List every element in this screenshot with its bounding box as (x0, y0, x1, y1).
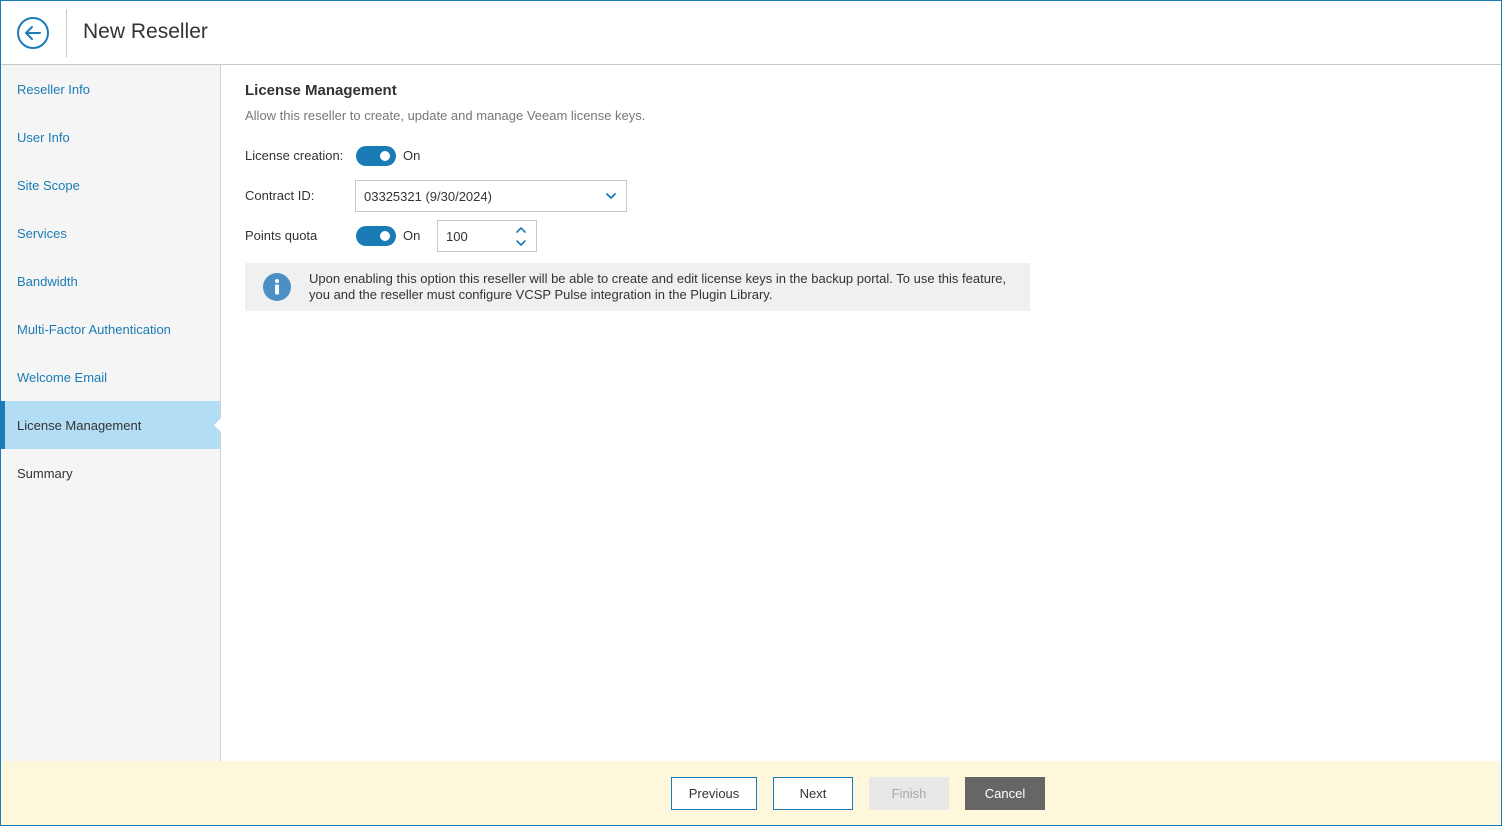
sidebar-item-label: Reseller Info (17, 81, 90, 97)
header-divider (66, 9, 67, 57)
chevron-down-icon (516, 240, 526, 246)
arrow-left-icon (25, 26, 41, 40)
section-title: License Management (245, 82, 397, 99)
back-button[interactable] (17, 17, 49, 49)
next-button[interactable]: Next (773, 777, 853, 810)
sidebar-item-summary[interactable]: Summary (1, 449, 220, 497)
sidebar-item-label: Bandwidth (17, 273, 78, 289)
sidebar-item-welcome-email[interactable]: Welcome Email (1, 353, 220, 401)
wizard-header: New Reseller (1, 1, 1501, 65)
chevron-up-icon (516, 227, 526, 233)
points-quota-stepper (437, 220, 537, 252)
sidebar-item-reseller-info[interactable]: Reseller Info (1, 65, 220, 113)
info-notice: Upon enabling this option this reseller … (245, 263, 1030, 311)
page-title: New Reseller (83, 20, 208, 43)
sidebar-item-label: Services (17, 225, 67, 241)
contract-id-value: 03325321 (9/30/2024) (364, 188, 492, 204)
sidebar-item-label: Summary (17, 465, 73, 481)
toggle-knob (380, 151, 390, 161)
points-quota-label: Points quota (245, 228, 318, 243)
points-quota-toggle[interactable] (356, 226, 396, 246)
sidebar-item-services[interactable]: Services (1, 209, 220, 257)
previous-button[interactable]: Previous (671, 777, 757, 810)
chevron-down-icon (606, 193, 616, 199)
sidebar-item-multi-factor-authentication[interactable]: Multi-Factor Authentication (1, 305, 220, 353)
sidebar-item-label: Site Scope (17, 177, 80, 193)
main-content: License Management Allow this reseller t… (222, 65, 1501, 761)
license-creation-label: License creation: (245, 148, 344, 163)
decrement-button[interactable] (514, 237, 528, 249)
toggle-knob (380, 231, 390, 241)
sidebar-item-license-management[interactable]: License Management (1, 401, 221, 449)
sidebar-item-label: Multi-Factor Authentication (17, 321, 171, 337)
contract-id-select[interactable]: 03325321 (9/30/2024) (355, 180, 627, 212)
license-creation-state: On (403, 148, 421, 163)
section-description: Allow this reseller to create, update an… (245, 108, 646, 123)
sidebar-item-bandwidth[interactable]: Bandwidth (1, 257, 220, 305)
finish-button: Finish (869, 777, 949, 810)
sidebar-item-label: User Info (17, 129, 70, 145)
license-creation-toggle[interactable] (356, 146, 396, 166)
wizard-footer: Previous Next Finish Cancel (1, 761, 1501, 825)
sidebar-item-label: License Management (17, 417, 142, 433)
increment-button[interactable] (514, 224, 528, 236)
cancel-button[interactable]: Cancel (965, 777, 1045, 810)
contract-id-label: Contract ID: (245, 188, 315, 203)
info-icon (263, 273, 291, 301)
info-text: Upon enabling this option this reseller … (309, 271, 1007, 302)
points-quota-state: On (403, 228, 421, 243)
points-quota-input[interactable] (438, 221, 510, 251)
sidebar-item-user-info[interactable]: User Info (1, 113, 220, 161)
sidebar-item-site-scope[interactable]: Site Scope (1, 161, 220, 209)
wizard-window: New Reseller Reseller Info User Info Sit… (0, 0, 1502, 826)
wizard-steps-sidebar: Reseller Info User Info Site Scope Servi… (1, 65, 221, 761)
sidebar-item-label: Welcome Email (17, 369, 108, 385)
